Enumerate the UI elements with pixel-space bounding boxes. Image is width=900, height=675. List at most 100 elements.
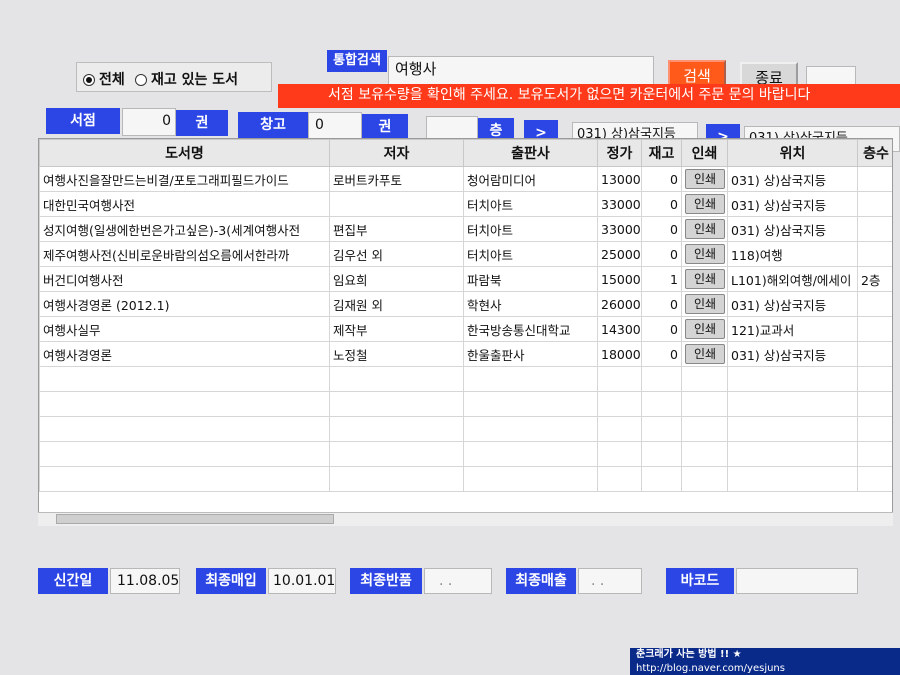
cell-publisher: 한국방송통신대학교 [463,316,598,342]
cell-author [329,391,464,417]
cell-price: 18000 [597,341,642,367]
print-button[interactable]: 인쇄 [685,244,725,264]
cell-location: 031) 상)삼국지등 [727,166,858,192]
cell-location: 121)교과서 [727,316,858,342]
col-stock[interactable]: 재고 [641,139,682,167]
search-input[interactable]: 여행사 [388,56,654,86]
table-row[interactable] [39,441,892,467]
print-button[interactable]: 인쇄 [685,169,725,189]
cell-publisher: 터치아트 [463,241,598,267]
table-row[interactable]: 여행사경영론 노정철 한울출판사 18000 0 인쇄 031) 상)삼국지등 [39,341,892,367]
warehouse-unit: 권 [362,114,408,140]
table-row[interactable] [39,366,892,392]
cell-stock [641,416,682,442]
col-print[interactable]: 인쇄 [681,139,728,167]
cell-print [681,366,728,392]
cell-location: 031) 상)삼국지등 [727,291,858,317]
watermark-line2: http://blog.naver.com/yesjuns [636,663,785,674]
table-row[interactable]: 제주여행사전(신비로운바람의섬오름에서한라까 김우선 외 터치아트 25000 0 인쇄 1… [39,241,892,267]
cell-location: 031) 상)삼국지등 [727,191,858,217]
cell-print: 인쇄 [681,291,728,317]
cell-stock: 0 [641,316,682,342]
search-label: 통합검색 [327,50,387,72]
cell-publisher: 한울출판사 [463,341,598,367]
scrollbar-thumb[interactable] [56,514,334,524]
store-count: 0 [122,108,176,136]
cell-location [727,466,858,492]
cell-stock: 0 [641,241,682,267]
cell-publisher [463,391,598,417]
barcode-value[interactable] [736,568,858,594]
cell-publisher: 터치아트 [463,191,598,217]
col-price[interactable]: 정가 [597,139,642,167]
table-row[interactable] [39,391,892,417]
cell-publisher [463,466,598,492]
barcode-label: 바코드 [666,568,734,594]
cell-price [597,466,642,492]
cell-price [597,441,642,467]
last-purchase-label: 최종매입 [196,568,266,594]
cell-publisher: 터치아트 [463,216,598,242]
cell-floor [857,241,892,267]
col-author[interactable]: 저자 [329,139,464,167]
cell-floor [857,341,892,367]
cell-print [681,466,728,492]
cell-author [329,191,464,217]
print-button[interactable]: 인쇄 [685,344,725,364]
cell-title: 대한민국여행사전 [39,191,330,217]
filter-group: 전체 재고 있는 도서 [76,62,272,92]
cell-stock: 0 [641,191,682,217]
table-row[interactable]: 대한민국여행사전 터치아트 33000 0 인쇄 031) 상)삼국지등 [39,191,892,217]
cell-publisher: 청어람미디어 [463,166,598,192]
store-unit: 권 [176,110,228,136]
cell-publisher [463,366,598,392]
cell-print [681,391,728,417]
cell-print: 인쇄 [681,316,728,342]
cell-location: 031) 상)삼국지등 [727,216,858,242]
cell-floor [857,216,892,242]
col-location[interactable]: 위치 [727,139,858,167]
table-row[interactable] [39,416,892,442]
table-row[interactable]: 여행사진을잘만드는비결/포토그래피필드가이드 로버트카푸토 청어람미디어 13000 0… [39,166,892,192]
print-button[interactable]: 인쇄 [685,294,725,314]
cell-title [39,416,330,442]
store-label: 서점 [46,108,120,134]
radio-all[interactable]: 전체 [83,69,125,89]
table-header-row: 도서명 저자 출판사 정가 재고 인쇄 위치 층수 [39,139,892,167]
print-button[interactable]: 인쇄 [685,269,725,289]
col-floor[interactable]: 층수 [857,139,892,167]
radio-instock[interactable]: 재고 있는 도서 [135,69,238,89]
cell-stock [641,441,682,467]
col-title[interactable]: 도서명 [39,139,330,167]
cell-price: 33000 [597,216,642,242]
cell-author: 로버트카푸토 [329,166,464,192]
cell-stock: 0 [641,341,682,367]
cell-floor [857,466,892,492]
print-button[interactable]: 인쇄 [685,194,725,214]
cell-title [39,366,330,392]
table-row[interactable]: 여행사실무 제작부 한국방송통신대학교 14300 0 인쇄 121)교과서 [39,316,892,342]
print-button[interactable]: 인쇄 [685,319,725,339]
table-row[interactable]: 버건디여행사전 임요희 파람북 15000 1 인쇄 L101)해외여행/에세이 2층 [39,266,892,292]
cell-stock [641,366,682,392]
cell-floor [857,416,892,442]
last-return-value: . . [424,568,492,594]
cell-floor [857,291,892,317]
cell-price [597,391,642,417]
cell-price: 15000 [597,266,642,292]
print-button[interactable]: 인쇄 [685,219,725,239]
cell-publisher: 파람북 [463,266,598,292]
table-row[interactable]: 성지여행(일생에한번은가고싶은)-3(세계여행사전 편집부 터치아트 33000 0 인쇄… [39,216,892,242]
watermark-banner: 춘크래가 사는 방법 !! ★ http://blog.naver.com/ye… [630,648,900,675]
cell-title [39,466,330,492]
cell-publisher [463,416,598,442]
col-publisher[interactable]: 출판사 [463,139,598,167]
table-row[interactable] [39,466,892,492]
cell-location [727,391,858,417]
cell-title: 여행사진을잘만드는비결/포토그래피필드가이드 [39,166,330,192]
cell-print: 인쇄 [681,241,728,267]
cell-location [727,441,858,467]
cell-stock: 0 [641,291,682,317]
cell-floor [857,391,892,417]
table-row[interactable]: 여행사경영론 (2012.1) 김재원 외 학현사 26000 0 인쇄 031) 상)삼국… [39,291,892,317]
